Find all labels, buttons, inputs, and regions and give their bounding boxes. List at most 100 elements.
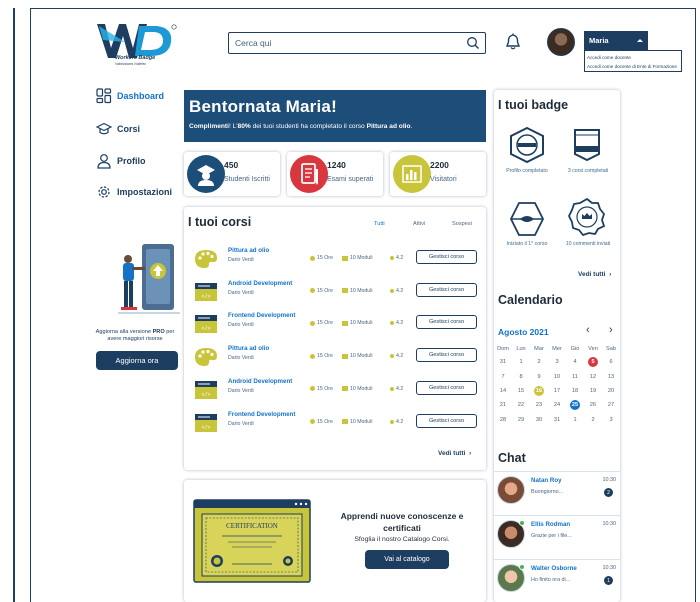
course-title[interactable]: Frontend Development <box>228 312 295 319</box>
tab-sospesi[interactable]: Sospesi <box>452 221 472 227</box>
course-author: Dario Verdi <box>228 322 254 329</box>
calendar-day[interactable]: 21 <box>494 398 512 412</box>
calendar-day[interactable]: 2 <box>584 413 602 427</box>
user-avatar[interactable] <box>547 28 575 56</box>
course-hours: 15 Ore <box>310 386 333 392</box>
outer-left-border <box>13 8 15 602</box>
calendar-day[interactable]: 23 <box>530 398 548 412</box>
calendar-day[interactable]: 5 <box>584 355 602 369</box>
calendar-day[interactable]: 27 <box>602 398 620 412</box>
calendar-prev-icon[interactable]: ‹ <box>586 324 590 336</box>
bell-icon[interactable] <box>505 33 521 51</box>
chat-avatar <box>497 476 525 504</box>
chat-message: Ho finito ora di... <box>531 577 571 583</box>
courses-see-all-link[interactable]: Vedi tutti › <box>438 450 471 457</box>
modules-icon <box>342 419 348 424</box>
clock-icon <box>310 320 315 326</box>
sidebar-item-profilo[interactable]: Profilo <box>96 153 146 169</box>
search-input[interactable] <box>235 33 455 53</box>
modules-icon <box>342 320 348 326</box>
search-icon[interactable] <box>466 36 480 50</box>
stat-label: Esami superati <box>327 176 374 183</box>
calendar-day[interactable]: 29 <box>512 413 530 427</box>
sidebar-item-dashboard[interactable]: Dashboard <box>96 88 164 104</box>
calendar-day[interactable]: 9 <box>530 369 548 383</box>
dropdown-item-ente[interactable]: Accedi come docente di Ente di Formazion… <box>587 62 679 71</box>
manage-course-button[interactable]: Gestisci corso <box>416 282 477 297</box>
tab-attivi[interactable]: Attivi <box>413 221 425 227</box>
dropdown-item-docente[interactable]: Accedi come docente <box>587 53 679 62</box>
calendar-day[interactable]: 1 <box>566 413 584 427</box>
search-bar[interactable] <box>228 32 486 54</box>
course-modules: 10 Moduli <box>342 288 373 294</box>
calendar-day[interactable]: 26 <box>584 398 602 412</box>
course-row: Pittura ad olio Dario Verdi 15 Ore 10 Modul… <box>194 345 478 371</box>
manage-course-button[interactable]: Gestisci corso <box>416 413 477 428</box>
course-title[interactable]: Android Development <box>228 378 292 385</box>
calendar-day[interactable]: 7 <box>494 369 512 383</box>
courses-panel: I tuoi corsi Tutti Attivi Sospesi Pittur… <box>184 207 486 470</box>
manage-course-button[interactable]: Gestisci corso <box>416 250 477 264</box>
stat-card-students: 450 Studenti Iscritti <box>184 152 280 196</box>
calendar-day[interactable]: 4 <box>566 355 584 369</box>
calendar-day[interactable]: 22 <box>512 398 530 412</box>
tab-tutti[interactable]: Tutti <box>374 221 385 227</box>
course-author: Dario Verdi <box>228 289 254 296</box>
calendar-day[interactable]: 13 <box>602 369 620 383</box>
stat-card-visitors: 2200 Visitatori <box>390 152 486 196</box>
calendar-day[interactable]: 19 <box>584 384 602 398</box>
upgrade-button[interactable]: Aggiorna ora <box>96 351 178 370</box>
stat-label: Visitatori <box>430 176 457 183</box>
course-row: </> Frontend Development Dario Verdi 15 Ore… <box>194 312 478 338</box>
modules-icon <box>342 288 348 294</box>
calendar-day[interactable]: 17 <box>548 384 566 398</box>
chat-item[interactable]: Ellis Rodman Grazie per i file... 10:30 <box>494 515 620 559</box>
calendar-day[interactable]: 6 <box>602 355 620 369</box>
welcome-banner: Bentornata Maria! Complimenti! L'80% dei… <box>184 90 486 142</box>
sidebar-item-corsi[interactable]: Corsi <box>96 121 140 137</box>
calendar-day[interactable]: 31 <box>548 413 566 427</box>
course-title[interactable]: Pittura ad olio <box>228 247 269 254</box>
calendar-day[interactable]: 8 <box>512 369 530 383</box>
calendar-day[interactable]: 18 <box>566 384 584 398</box>
calendar-day[interactable]: 12 <box>584 369 602 383</box>
calendar-day[interactable]: 25 <box>566 398 584 412</box>
manage-course-button[interactable]: Gestisci corso <box>416 380 477 395</box>
calendar-day[interactable]: 30 <box>530 413 548 427</box>
stat-value: 450 <box>224 160 239 170</box>
calendar-day[interactable]: 3 <box>548 355 566 369</box>
user-menu-button[interactable]: Maria <box>584 31 648 50</box>
chat-item[interactable]: Natan Roy Buongiorno... 10:30 2 <box>494 471 620 515</box>
course-author: Dario Verdi <box>228 355 254 362</box>
calendar-day[interactable]: 11 <box>566 369 584 383</box>
course-title[interactable]: Frontend Development <box>228 411 295 418</box>
svg-text:</>: </> <box>201 425 210 431</box>
course-title[interactable]: Android Development <box>228 280 292 287</box>
calendar-day[interactable]: 31 <box>494 355 512 369</box>
modules-icon <box>342 255 348 261</box>
badges-see-all-link[interactable]: Vedi tutti › <box>578 271 611 278</box>
calendar-day[interactable]: 1 <box>512 355 530 369</box>
manage-course-button[interactable]: Gestisci corso <box>416 348 477 363</box>
chat-item[interactable]: Walter Osborne Ho finito ora di... 10:30 1 <box>494 559 620 602</box>
calendar-day[interactable]: 3 <box>602 413 620 427</box>
clock-icon <box>310 386 315 392</box>
workers-badge-logo[interactable]: Workers Badge Valorizziamo il talento <box>95 22 177 68</box>
logo-tagline: Valorizziamo il talento <box>115 62 146 66</box>
course-author: Dario Verdi <box>228 387 254 394</box>
calendar-day[interactable]: 28 <box>494 413 512 427</box>
calendar-day[interactable]: 15 <box>512 384 530 398</box>
sidebar-item-impostazioni[interactable]: Impostazioni <box>96 184 172 200</box>
calendar-day[interactable]: 2 <box>530 355 548 369</box>
calendar-day[interactable]: 20 <box>602 384 620 398</box>
catalog-button[interactable]: Vai al catalogo <box>365 550 449 569</box>
graduation-cap-icon <box>96 122 112 135</box>
calendar-day[interactable]: 14 <box>494 384 512 398</box>
calendar-day[interactable]: 16 <box>530 384 548 398</box>
certificate-illustration: CERTIFICATION <box>193 499 311 583</box>
manage-course-button[interactable]: Gestisci corso <box>416 315 477 330</box>
calendar-day[interactable]: 10 <box>548 369 566 383</box>
calendar-day[interactable]: 24 <box>548 398 566 412</box>
calendar-next-icon[interactable]: › <box>609 324 613 336</box>
course-title[interactable]: Pittura ad olio <box>228 345 269 352</box>
